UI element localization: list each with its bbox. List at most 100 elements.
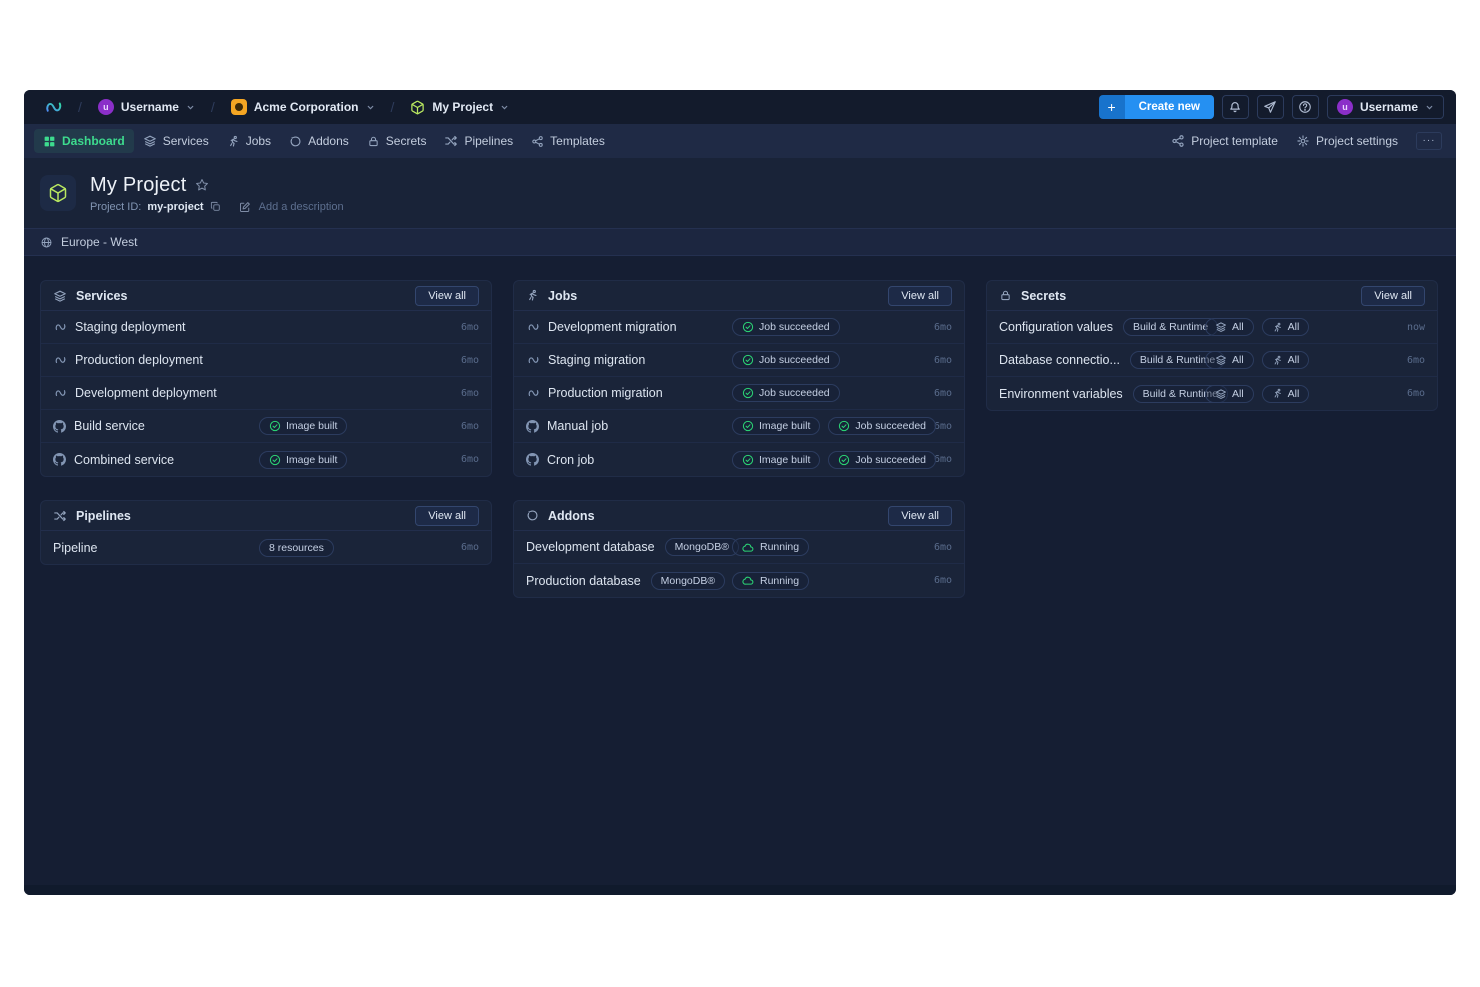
services-card: Services View all Staging deployment 6mo… <box>40 280 492 477</box>
secret-row[interactable]: Configuration values Build & Runtime All… <box>987 311 1437 344</box>
pipeline-row[interactable]: Pipeline 8 resources 6mo <box>41 531 491 564</box>
row-label: Development database <box>526 540 655 554</box>
favorite-star-icon[interactable] <box>195 178 209 192</box>
lock-icon <box>367 135 380 148</box>
row-label: Production deployment <box>75 353 203 367</box>
create-new-button[interactable]: + Create new <box>1099 95 1214 119</box>
addon-row[interactable]: Development database MongoDB® Running 6m… <box>514 531 964 564</box>
northflank-icon <box>526 354 540 366</box>
secret-row[interactable]: Database connectio... Build & Runtime Al… <box>987 344 1437 377</box>
chevron-down-icon <box>186 103 195 112</box>
tab-templates[interactable]: Templates <box>522 129 614 153</box>
card-title: Jobs <box>548 289 577 303</box>
service-row[interactable]: Production deployment 6mo <box>41 344 491 377</box>
view-all-button[interactable]: View all <box>415 506 479 526</box>
notifications-button[interactable] <box>1222 95 1249 119</box>
breadcrumb-user-label: Username <box>121 100 179 114</box>
pipelines-card: Pipelines View all Pipeline 8 resources … <box>40 500 492 565</box>
job-row[interactable]: Staging migration Job succeeded 6mo <box>514 344 964 377</box>
nodes-icon <box>1171 134 1185 148</box>
tab-dashboard[interactable]: Dashboard <box>34 129 134 153</box>
user-menu-button[interactable]: u Username <box>1327 95 1444 119</box>
row-timestamp: 6mo <box>461 322 479 333</box>
project-template-button[interactable]: Project template <box>1171 134 1278 148</box>
northflank-icon <box>53 387 67 399</box>
job-row[interactable]: Production migration Job succeeded 6mo <box>514 377 964 410</box>
breadcrumb-divider: / <box>391 99 395 115</box>
view-all-button[interactable]: View all <box>1361 286 1425 306</box>
github-icon <box>53 420 66 433</box>
tab-jobs[interactable]: Jobs <box>218 129 280 153</box>
service-row[interactable]: Build service Image built 6mo <box>41 410 491 443</box>
addon-row[interactable]: Production database MongoDB® Running 6mo <box>514 564 964 597</box>
row-label: Database connectio... <box>999 353 1120 367</box>
top-bar: / u Username / Acme Corporation / My Pro… <box>24 90 1456 124</box>
tab-pipelines[interactable]: Pipelines <box>435 129 522 153</box>
tab-label: Dashboard <box>62 134 125 148</box>
view-all-button[interactable]: View all <box>415 286 479 306</box>
row-timestamp: 6mo <box>461 542 479 553</box>
breadcrumb-project[interactable]: My Project <box>404 97 515 118</box>
status-badge: Job succeeded <box>828 451 936 469</box>
tab-label: Jobs <box>246 134 271 148</box>
check-circle-icon <box>269 454 281 466</box>
row-timestamp: 6mo <box>934 322 952 333</box>
tab-label: Templates <box>550 134 605 148</box>
row-timestamp: 6mo <box>461 388 479 399</box>
row-label: Staging migration <box>548 353 645 367</box>
user-avatar: u <box>98 99 114 115</box>
project-header: My Project Project ID: my-project <box>24 158 1456 228</box>
service-row[interactable]: Development deployment 6mo <box>41 377 491 410</box>
addon-icon <box>289 135 302 148</box>
tab-secrets[interactable]: Secrets <box>358 129 436 153</box>
help-button[interactable] <box>1292 95 1319 119</box>
layers-icon <box>143 134 157 148</box>
northflank-icon <box>53 354 67 366</box>
jobs-scope-badge: All <box>1262 318 1310 336</box>
row-label: Environment variables <box>999 387 1123 401</box>
plus-icon: + <box>1099 95 1125 119</box>
job-row[interactable]: Development migration Job succeeded 6mo <box>514 311 964 344</box>
breadcrumb-divider: / <box>78 99 82 115</box>
row-timestamp: 6mo <box>461 421 479 432</box>
view-all-button[interactable]: View all <box>888 286 952 306</box>
row-timestamp: 6mo <box>934 355 952 366</box>
github-icon <box>53 453 66 466</box>
job-row[interactable]: Manual job Image built Job succeeded 6mo <box>514 410 964 443</box>
chevron-down-icon <box>500 103 509 112</box>
tab-addons[interactable]: Addons <box>280 129 358 153</box>
northflank-logo-icon[interactable] <box>38 96 68 118</box>
dashboard-content: Services View all Staging deployment 6mo… <box>24 256 1456 885</box>
more-options-button[interactable]: ··· <box>1416 132 1442 150</box>
layers-icon <box>1215 388 1227 400</box>
status-badge: Image built <box>732 451 820 469</box>
breadcrumb-user[interactable]: u Username <box>92 96 201 118</box>
copy-icon[interactable] <box>210 201 221 212</box>
row-timestamp: 6mo <box>934 388 952 399</box>
project-id-value: my-project <box>147 201 203 213</box>
northflank-icon <box>526 387 540 399</box>
row-label: Development deployment <box>75 386 217 400</box>
runner-icon <box>1272 355 1283 366</box>
job-row[interactable]: Cron job Image built Job succeeded 6mo <box>514 443 964 476</box>
status-badge: Job succeeded <box>828 417 936 435</box>
status-badge: Image built <box>259 451 347 469</box>
cloud-icon <box>742 575 755 586</box>
check-circle-icon <box>742 454 754 466</box>
row-label: Production database <box>526 574 641 588</box>
gear-icon <box>1296 134 1310 148</box>
project-settings-button[interactable]: Project settings <box>1296 134 1398 148</box>
row-label: Development migration <box>548 320 677 334</box>
user-avatar: u <box>1337 99 1353 115</box>
feedback-button[interactable] <box>1257 95 1284 119</box>
view-all-button[interactable]: View all <box>888 506 952 526</box>
breadcrumb-org[interactable]: Acme Corporation <box>225 96 381 118</box>
service-row[interactable]: Combined service Image built 6mo <box>41 443 491 476</box>
shuffle-icon <box>444 134 458 148</box>
secret-row[interactable]: Environment variables Build & Runtime Al… <box>987 377 1437 410</box>
service-row[interactable]: Staging deployment 6mo <box>41 311 491 344</box>
add-description-button[interactable]: Add a description <box>239 201 344 213</box>
tab-services[interactable]: Services <box>134 129 218 153</box>
nodes-icon <box>531 135 544 148</box>
github-icon <box>526 420 539 433</box>
